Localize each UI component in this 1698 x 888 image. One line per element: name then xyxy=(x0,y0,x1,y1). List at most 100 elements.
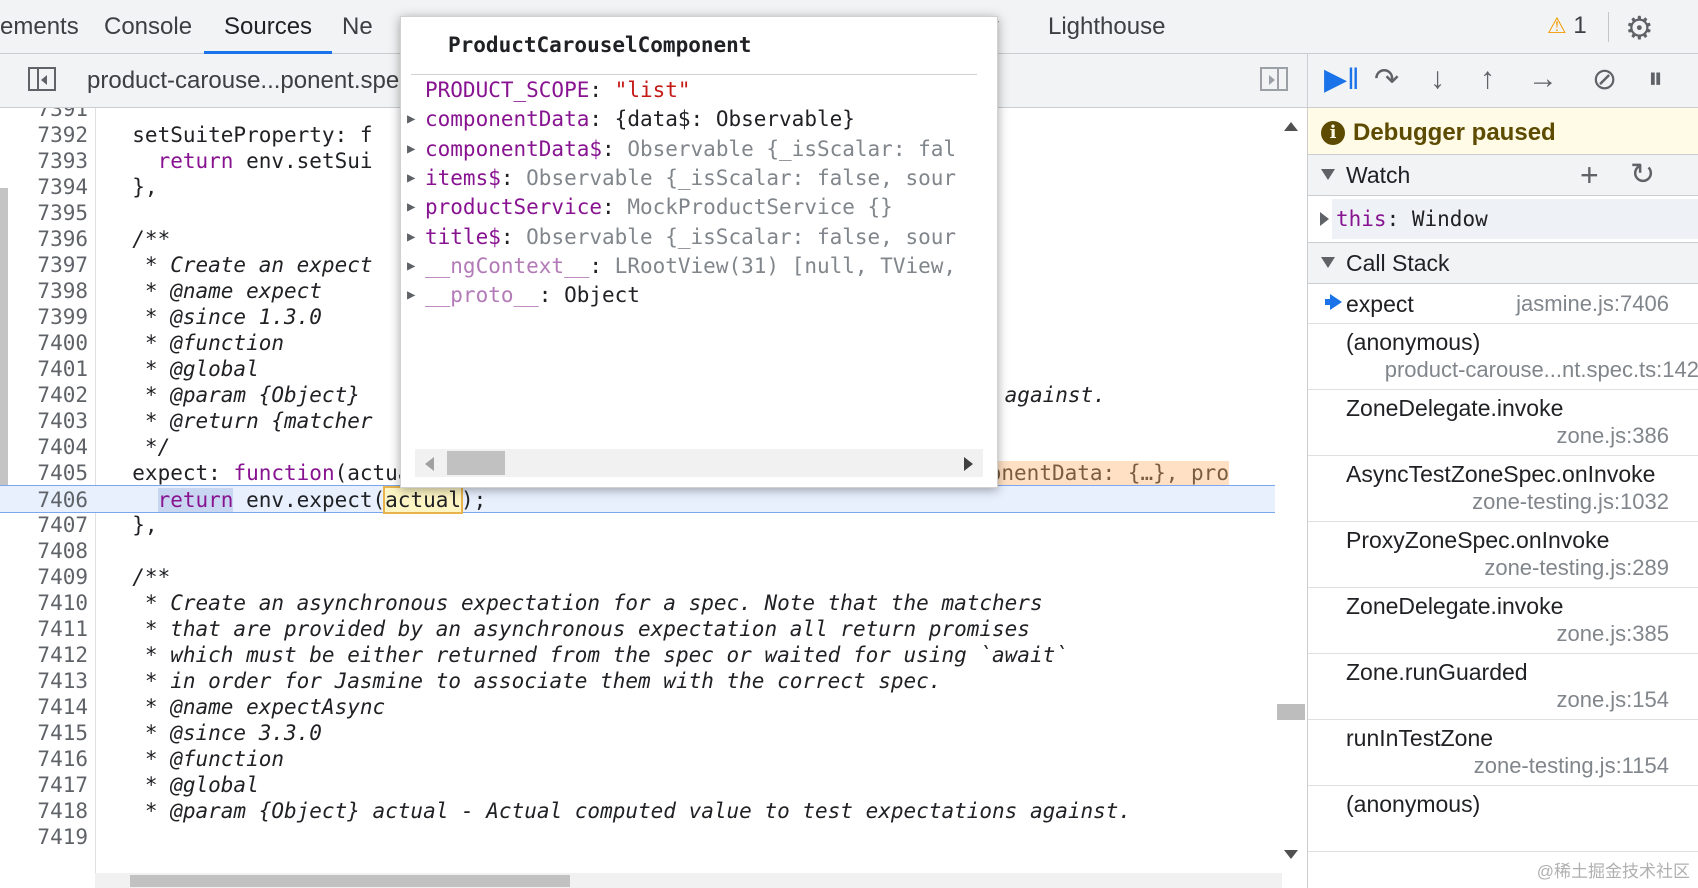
watch-section-header[interactable]: Watch + ↻ xyxy=(1308,154,1698,196)
object-preview-popover[interactable]: ProductCarouselComponent PRODUCT_SCOPE: … xyxy=(400,16,998,488)
file-tab[interactable]: product-carouse...ponent.spec xyxy=(87,54,411,108)
line-number[interactable]: 7403 xyxy=(0,407,88,435)
frame-location[interactable]: zone-testing.js:1154 xyxy=(1474,753,1669,779)
popover-property[interactable]: ▶ title$: Observable {_isScalar: false, s… xyxy=(407,222,983,252)
line-number[interactable]: 7395 xyxy=(0,199,88,227)
tab-elements[interactable]: ements xyxy=(0,0,79,54)
deactivate-breakpoints-icon[interactable]: ⊘ xyxy=(1592,62,1617,97)
resume-icon[interactable]: ▶‖ xyxy=(1324,62,1359,97)
chevron-right-icon[interactable]: ▶ xyxy=(407,134,425,164)
step-over-icon[interactable]: ↷ xyxy=(1374,62,1399,97)
line-number[interactable]: 7407 xyxy=(0,511,88,539)
chevron-right-icon[interactable]: ▶ xyxy=(407,251,425,281)
call-frame[interactable]: (anonymous) xyxy=(1308,786,1698,852)
frame-location[interactable]: zone.js:386 xyxy=(1556,423,1669,449)
chevron-right-icon[interactable] xyxy=(1320,212,1329,226)
code-line[interactable]: 7414 * @name expectAsync xyxy=(0,693,1282,721)
refresh-icon[interactable]: ↻ xyxy=(1630,157,1655,193)
editor-horizontal-scrollbar[interactable] xyxy=(95,873,1282,888)
frame-location[interactable]: zone.js:154 xyxy=(1556,687,1669,713)
line-number[interactable]: 7393 xyxy=(0,147,88,175)
code-line[interactable]: 7413 * in order for Jasmine to associate… xyxy=(0,667,1282,695)
call-frame[interactable]: AsyncTestZoneSpec.onInvoke zone-testing.j… xyxy=(1308,456,1698,522)
line-number[interactable]: 7417 xyxy=(0,771,88,799)
line-number[interactable]: 7401 xyxy=(0,355,88,383)
line-number[interactable]: 7398 xyxy=(0,277,88,305)
line-number[interactable]: 7415 xyxy=(0,719,88,747)
toggle-debugger-icon[interactable] xyxy=(1260,67,1288,91)
line-number[interactable]: 7412 xyxy=(0,641,88,669)
chevron-right-icon[interactable]: ▶ xyxy=(407,104,425,134)
code-line[interactable]: 7409 /** xyxy=(0,563,1282,591)
line-number[interactable]: 7402 xyxy=(0,381,88,409)
line-number[interactable]: 7400 xyxy=(0,329,88,357)
line-number[interactable]: 7411 xyxy=(0,615,88,643)
tab-network[interactable]: Ne xyxy=(342,0,373,54)
frame-location[interactable]: zone.js:385 xyxy=(1556,621,1669,647)
line-number[interactable]: 7392 xyxy=(0,121,88,149)
line-number[interactable]: 7405 xyxy=(0,459,88,487)
popover-property[interactable]: PRODUCT_SCOPE: "list" xyxy=(407,75,983,105)
call-frame[interactable]: Zone.runGuarded zone.js:154 xyxy=(1308,654,1698,720)
step-into-icon[interactable]: ↓ xyxy=(1430,62,1445,96)
popover-horizontal-scrollbar[interactable] xyxy=(415,449,983,477)
warnings-badge[interactable]: ⚠ 1 xyxy=(1547,12,1587,40)
call-frame[interactable]: (anonymous) product-carouse...nt.spec.ts:… xyxy=(1308,324,1698,390)
popover-property[interactable]: ▶ __proto__: Object xyxy=(407,280,983,310)
popover-property[interactable]: ▶ componentData$: Observable {_isScalar: … xyxy=(407,134,983,164)
code-line[interactable]: 7417 * @global xyxy=(0,771,1282,799)
line-number[interactable]: 7419 xyxy=(0,823,88,851)
step-out-icon[interactable]: ↑ xyxy=(1480,62,1495,96)
line-number[interactable]: 7416 xyxy=(0,745,88,773)
scroll-thumb[interactable] xyxy=(1277,704,1305,720)
chevron-right-icon[interactable]: ▶ xyxy=(407,163,425,193)
frame-location[interactable]: product-carouse...nt.spec.ts:142 xyxy=(1385,357,1698,383)
code-line[interactable]: 7415 * @since 3.3.0 xyxy=(0,719,1282,747)
call-frame[interactable]: ProxyZoneSpec.onInvoke zone-testing.js:28… xyxy=(1308,522,1698,588)
editor-vertical-scrollbar[interactable] xyxy=(1275,108,1307,873)
call-frame[interactable]: expect jasmine.js:7406 xyxy=(1308,284,1698,324)
scroll-up-arrow[interactable] xyxy=(1284,122,1298,131)
gear-icon[interactable]: ⚙ xyxy=(1625,9,1654,47)
scroll-down-arrow[interactable] xyxy=(1284,850,1298,859)
call-stack-section-header[interactable]: Call Stack xyxy=(1308,242,1698,284)
line-number[interactable]: 7409 xyxy=(0,563,88,591)
add-watch-icon[interactable]: + xyxy=(1580,157,1599,193)
line-number[interactable]: 7408 xyxy=(0,537,88,565)
scroll-right-arrow[interactable] xyxy=(964,457,973,471)
chevron-right-icon[interactable]: ▶ xyxy=(407,280,425,310)
popover-property[interactable]: ▶ __ngContext__: LRootView(31) [null, TVi… xyxy=(407,251,983,281)
tab-sources[interactable]: Sources xyxy=(204,0,333,54)
call-frame[interactable]: runInTestZone zone-testing.js:1154 xyxy=(1308,720,1698,786)
tab-console[interactable]: Console xyxy=(104,0,192,54)
code-line[interactable]: 7410 * Create an asynchronous expectatio… xyxy=(0,589,1282,617)
chevron-right-icon[interactable]: ▶ xyxy=(407,222,425,252)
line-number[interactable]: 7394 xyxy=(0,173,88,201)
line-number[interactable]: 7418 xyxy=(0,797,88,825)
code-line[interactable]: 7412 * which must be either returned fro… xyxy=(0,641,1282,669)
popover-property[interactable]: ▶ productService: MockProductService {} xyxy=(407,192,983,222)
chevron-right-icon[interactable]: ▶ xyxy=(407,192,425,222)
line-number[interactable]: 7404 xyxy=(0,433,88,461)
tab-lighthouse[interactable]: Lighthouse xyxy=(1048,0,1165,54)
popover-property[interactable]: ▶ componentData: {data$: Observable} xyxy=(407,104,983,134)
line-number[interactable]: 7414 xyxy=(0,693,88,721)
step-icon[interactable]: → xyxy=(1528,62,1558,96)
scroll-left-arrow[interactable] xyxy=(425,457,434,471)
call-frame[interactable]: ZoneDelegate.invoke zone.js:385 xyxy=(1308,588,1698,654)
call-frame[interactable]: ZoneDelegate.invoke zone.js:386 xyxy=(1308,390,1698,456)
line-number[interactable]: 7410 xyxy=(0,589,88,617)
code-line[interactable]: 7416 * @function xyxy=(0,745,1282,773)
code-line[interactable]: 7406 return env.expect(actual); xyxy=(0,485,1282,514)
code-line[interactable]: 7419 xyxy=(0,823,1282,851)
toggle-navigator-icon[interactable] xyxy=(28,67,56,91)
code-line[interactable]: 7407 }, xyxy=(0,511,1282,539)
code-line[interactable]: 7411 * that are provided by an asynchron… xyxy=(0,615,1282,643)
popover-property[interactable]: ▶ items$: Observable {_isScalar: false, s… xyxy=(407,163,983,193)
line-number[interactable]: 7397 xyxy=(0,251,88,279)
frame-location[interactable]: jasmine.js:7406 xyxy=(1516,291,1669,317)
code-line[interactable]: 7418 * @param {Object} actual - Actual c… xyxy=(0,797,1282,825)
line-number[interactable]: 7406 xyxy=(0,486,88,514)
line-number[interactable]: 7396 xyxy=(0,225,88,253)
frame-location[interactable]: zone-testing.js:1032 xyxy=(1472,489,1669,515)
